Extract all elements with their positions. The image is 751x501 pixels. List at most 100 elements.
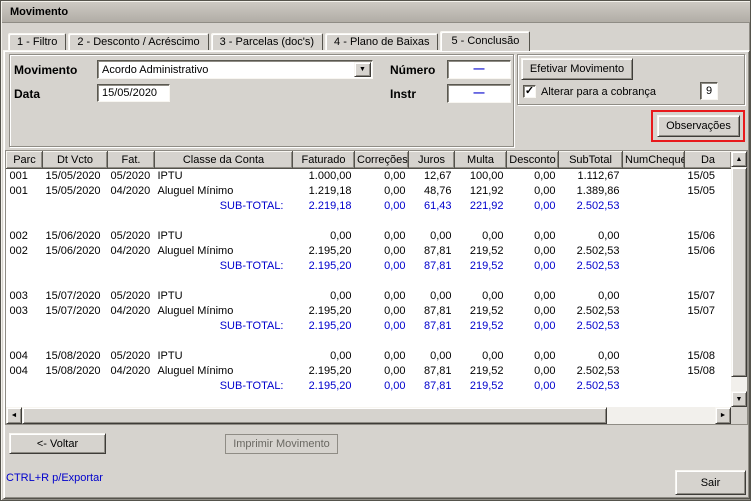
column-header-data[interactable]: Da — [684, 151, 732, 169]
cell-numcheque — [622, 378, 685, 394]
cell-desconto: 0,00 — [506, 288, 559, 304]
table-row[interactable]: 001 15/05/2020 05/2020 IPTU 1.000,00 0,00 12,6… — [6, 168, 732, 184]
cobranca-field[interactable]: 9 — [700, 82, 718, 100]
cell-faturado: 2.195,20 — [292, 243, 355, 259]
horizontal-scrollbar[interactable]: ◄ ► — [6, 407, 731, 424]
subtotal-row: SUB-TOTAL: 2.195,20 0,00 87,81 219,52 0,00 2.5… — [6, 258, 732, 274]
chevron-down-icon[interactable]: ▼ — [354, 62, 371, 77]
cell-juros: 0,00 — [408, 228, 455, 244]
scroll-up-icon[interactable]: ▲ — [731, 151, 747, 167]
tab-desconto-acrescimo[interactable]: 2 - Desconto / Acréscimo — [68, 33, 209, 50]
cell-subtotal: 2.502,53 — [558, 243, 623, 259]
scroll-down-icon[interactable]: ▼ — [731, 391, 747, 407]
tab-filtro[interactable]: 1 - Filtro — [8, 33, 67, 50]
column-header-subtotal[interactable]: SubTotal — [558, 151, 623, 169]
scroll-right-icon[interactable]: ► — [715, 407, 731, 424]
column-header-dt-vcto[interactable]: Dt Vcto — [42, 151, 108, 169]
column-header-parc[interactable]: Parc — [6, 151, 43, 169]
tab-conclusao[interactable]: 5 - Conclusão — [440, 31, 531, 51]
cell-dt-vcto: 15/06/2020 — [42, 243, 108, 259]
column-header-desconto[interactable]: Desconto — [506, 151, 559, 169]
tab-parcelas-docs[interactable]: 3 - Parcelas (doc's) — [210, 33, 324, 50]
cell-data: 15/05 — [684, 168, 732, 184]
spacer-row — [6, 273, 732, 289]
vertical-scrollbar[interactable]: ▲ ▼ — [731, 151, 747, 407]
voltar-button[interactable]: <- Voltar — [9, 433, 106, 454]
movimento-dropdown-value: Acordo Administrativo — [102, 63, 209, 76]
cell-faturado: 2.195,20 — [292, 258, 355, 274]
tabstrip: 1 - Filtro 2 - Desconto / Acréscimo 3 - Pa… — [8, 30, 532, 51]
cell-juros: 12,67 — [408, 168, 455, 184]
cell-correcoes: 0,00 — [354, 318, 409, 334]
cell-faturado — [292, 273, 355, 289]
sair-button[interactable]: Sair — [675, 470, 746, 495]
cell-faturado — [292, 213, 355, 229]
cell-parc — [6, 198, 43, 214]
observacoes-button[interactable]: Observações — [657, 115, 740, 137]
alterar-cobranca-checkbox[interactable]: ✓ — [523, 85, 536, 98]
cell-numcheque — [622, 303, 685, 319]
subtotal-row: SUB-TOTAL: 2.195,20 0,00 87,81 219,52 0,00 2.5… — [6, 318, 732, 334]
scrollbar-corner — [731, 407, 747, 424]
cell-classe-da-conta: Aluguel Mínimo — [154, 183, 293, 199]
cell-subtotal: 2.502,53 — [558, 318, 623, 334]
table-row[interactable]: 001 15/05/2020 04/2020 Aluguel Mínimo 1.219,… — [6, 183, 732, 199]
column-header-numcheque[interactable]: NumCheque — [622, 151, 685, 169]
titlebar[interactable]: Movimento — [2, 2, 750, 23]
instr-field[interactable]: — — [447, 84, 511, 103]
cell-juros: 0,00 — [408, 288, 455, 304]
cell-juros — [408, 333, 455, 349]
cell-multa: 219,52 — [454, 303, 507, 319]
cell-parc: 003 — [6, 288, 43, 304]
cell-parc: 004 — [6, 348, 43, 364]
column-header-faturado[interactable]: Faturado — [292, 151, 355, 169]
cell-data — [684, 318, 732, 334]
numero-field[interactable]: — — [447, 60, 511, 79]
numero-label: Número — [390, 63, 436, 77]
imprimir-movimento-button[interactable]: Imprimir Movimento — [225, 434, 338, 454]
movimento-dropdown[interactable]: Acordo Administrativo ▼ — [97, 60, 373, 79]
cell-classe-da-conta: Aluguel Mínimo — [154, 303, 293, 319]
cell-multa: 219,52 — [454, 318, 507, 334]
table-row[interactable]: 004 15/08/2020 04/2020 Aluguel Mínimo 2.195,… — [6, 363, 732, 379]
cell-juros: 87,81 — [408, 303, 455, 319]
tab-plano-de-baixas[interactable]: 4 - Plano de Baixas — [325, 33, 439, 50]
table-row[interactable]: 003 15/07/2020 05/2020 IPTU 0,00 0,00 0,00 0,00… — [6, 288, 732, 304]
column-header-fat[interactable]: Fat. — [107, 151, 155, 169]
spacer-row — [6, 333, 732, 349]
column-header-multa[interactable]: Multa — [454, 151, 507, 169]
horizontal-scroll-thumb[interactable] — [22, 407, 607, 424]
cell-multa — [454, 273, 507, 289]
cell-correcoes: 0,00 — [354, 363, 409, 379]
efetivar-movimento-button[interactable]: Efetivar Movimento — [521, 58, 633, 80]
cell-juros: 87,81 — [408, 258, 455, 274]
column-header-correcoes[interactable]: Correções — [354, 151, 409, 169]
cell-numcheque — [622, 198, 685, 214]
cell-subtotal: 2.502,53 — [558, 258, 623, 274]
vertical-scroll-thumb[interactable] — [731, 167, 747, 377]
data-field[interactable]: 15/05/2020 — [97, 84, 170, 102]
spacer-row — [6, 213, 732, 229]
cell-data: 15/07 — [684, 303, 732, 319]
cell-subtotal: 0,00 — [558, 228, 623, 244]
cell-faturado: 2.195,20 — [292, 303, 355, 319]
table-row[interactable]: 003 15/07/2020 04/2020 Aluguel Mínimo 2.195,… — [6, 303, 732, 319]
column-header-juros[interactable]: Juros — [408, 151, 455, 169]
cell-subtotal — [558, 213, 623, 229]
cell-correcoes: 0,00 — [354, 378, 409, 394]
cell-classe-da-conta: IPTU — [154, 168, 293, 184]
column-header-classe-da-conta[interactable]: Classe da Conta — [154, 151, 293, 169]
cell-desconto — [506, 213, 559, 229]
cell-fat — [107, 318, 155, 334]
cell-classe-da-conta — [154, 273, 293, 289]
cell-parc: 001 — [6, 183, 43, 199]
subtotal-row: SUB-TOTAL: 2.219,18 0,00 61,43 221,92 0,00 2.5… — [6, 198, 732, 214]
table-row[interactable]: 002 15/06/2020 05/2020 IPTU 0,00 0,00 0,00 0,00… — [6, 228, 732, 244]
cell-dt-vcto — [42, 198, 108, 214]
cell-correcoes — [354, 273, 409, 289]
scroll-left-icon[interactable]: ◄ — [6, 407, 22, 424]
cell-faturado: 0,00 — [292, 348, 355, 364]
cell-faturado: 1.000,00 — [292, 168, 355, 184]
table-row[interactable]: 002 15/06/2020 04/2020 Aluguel Mínimo 2.195,… — [6, 243, 732, 259]
table-row[interactable]: 004 15/08/2020 05/2020 IPTU 0,00 0,00 0,00 0,00… — [6, 348, 732, 364]
